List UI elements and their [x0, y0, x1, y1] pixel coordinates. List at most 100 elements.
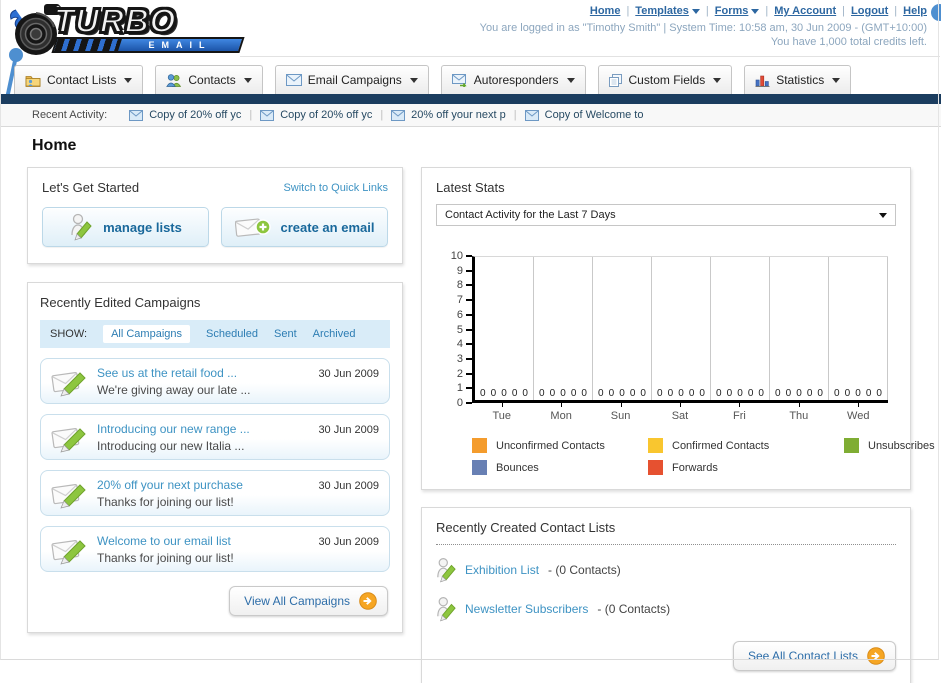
envelope-edit-icon [51, 428, 86, 453]
logo-text: TURBO EMAIL [51, 3, 245, 53]
chart-plot: 00000 00000 00000 00000 00000 00000 00000 [472, 256, 888, 403]
corner-dot-decoration [931, 4, 941, 21]
person-edit-icon [437, 597, 456, 622]
filter-archived[interactable]: Archived [313, 328, 356, 340]
nav-my-account-link[interactable]: My Account [774, 5, 836, 17]
nav-templates-link[interactable]: Templates [635, 5, 700, 17]
y-tick-label: 10 [451, 250, 472, 262]
chart-value-labels: 00000 [598, 388, 646, 399]
contact-list-count: - (0 Contacts) [548, 563, 621, 577]
turbo-email-app: TURBO EMAIL Home | Templates | Forms | M… [0, 0, 941, 683]
y-tick-label: 2 [457, 368, 472, 380]
folder-icon [25, 75, 41, 87]
tab-email-campaigns[interactable]: Email Campaigns [274, 65, 429, 94]
main-nav-tabs: Contact Lists Contacts Email Campaigns A… [0, 64, 941, 94]
campaign-text: See us at the retail food ... We're givi… [97, 366, 250, 397]
campaign-subtitle: Thanks for joining our list! [97, 550, 234, 565]
campaign-title-link[interactable]: Introducing our new range ... [97, 422, 250, 436]
chart-day-group: 00000 [652, 257, 711, 400]
recently-edited-campaigns-panel: Recently Edited Campaigns SHOW: All Camp… [27, 282, 403, 633]
campaigns-filter-bar: SHOW: All Campaigns Scheduled Sent Archi… [40, 320, 390, 348]
contact-list-link[interactable]: Exhibition List [465, 563, 539, 577]
recent-activity-item[interactable]: Copy of 20% off yc [260, 109, 372, 121]
custom-fields-icon [608, 73, 622, 87]
envelope-edit-icon [51, 540, 86, 565]
y-tick-label: 0 [457, 397, 472, 409]
x-tick-label: Fri [710, 403, 769, 422]
y-tick-label: 6 [457, 309, 472, 321]
tab-contacts[interactable]: Contacts [155, 65, 263, 94]
person-edit-icon [71, 213, 92, 241]
nav-separator: | [705, 5, 709, 17]
recent-activity-item[interactable]: 20% off your next p [391, 109, 506, 121]
right-column: Latest Stats Contact Activity for the La… [421, 167, 935, 683]
campaign-card: See us at the retail food ... We're givi… [40, 358, 390, 404]
stats-period-dropdown[interactable]: Contact Activity for the Last 7 Days [436, 204, 896, 226]
activity-separator: | [380, 109, 384, 121]
contact-list-item: Exhibition List - (0 Contacts) [436, 556, 896, 584]
activity-separator: | [513, 109, 517, 121]
filter-all-campaigns[interactable]: All Campaigns [103, 325, 190, 343]
chart-day-group: 00000 [829, 257, 888, 400]
legend-item: Unsubscribes [844, 438, 935, 453]
contact-list-count: - (0 Contacts) [597, 602, 671, 616]
legend-item: Confirmed Contacts [648, 438, 844, 453]
contact-list-link[interactable]: Newsletter Subscribers [465, 602, 588, 616]
legend-label: Unconfirmed Contacts [496, 439, 605, 452]
x-tick-label: Sun [591, 403, 650, 422]
chart-day-group: 00000 [711, 257, 770, 400]
tab-label: Contacts [188, 73, 236, 87]
chevron-down-icon [566, 77, 575, 83]
create-email-button[interactable]: create an email [221, 207, 388, 247]
chart-day-group: 00000 [770, 257, 829, 400]
envelope-plus-icon [234, 218, 271, 237]
tab-label: Email Campaigns [307, 73, 402, 87]
logo-subtitle: EMAIL [148, 40, 212, 50]
switch-quick-links-link[interactable]: Switch to Quick Links [283, 182, 388, 194]
contact-activity-chart: 10 9 8 7 6 5 4 3 2 1 0 000000000000000000000000000… [451, 250, 888, 422]
filter-sent[interactable]: Sent [274, 328, 297, 340]
tab-autoresponders[interactable]: Autoresponders [440, 65, 586, 94]
campaign-date: 30 Jun 2009 [318, 424, 379, 436]
arrow-circle-icon [359, 592, 377, 610]
chevron-down-icon [124, 77, 133, 83]
tab-custom-fields[interactable]: Custom Fields [597, 65, 733, 94]
envelope-icon [524, 109, 539, 121]
recent-activity-label: Recent Activity: [32, 109, 108, 121]
campaign-subtitle: Introducing our new Italia ... [97, 438, 245, 453]
legend-item: Bounces [472, 460, 648, 475]
filter-scheduled[interactable]: Scheduled [206, 328, 258, 340]
campaign-title-link[interactable]: Welcome to our email list [97, 534, 234, 548]
tab-statistics[interactable]: Statistics [744, 65, 852, 94]
legend-label: Confirmed Contacts [672, 439, 770, 452]
campaign-title-link[interactable]: See us at the retail food ... [97, 366, 250, 380]
legend-swatch [844, 438, 859, 453]
x-tick-label: Sat [650, 403, 709, 422]
tab-contact-lists[interactable]: Contact Lists [14, 65, 144, 94]
chart-value-labels: 00000 [775, 388, 823, 399]
tab-label: Contact Lists [47, 73, 117, 87]
x-tick-label: Wed [829, 403, 888, 422]
turbo-email-logo[interactable]: TURBO EMAIL [8, 2, 248, 60]
campaign-subtitle: We're giving away our late ... [97, 382, 251, 397]
show-label: SHOW: [50, 328, 88, 340]
manage-lists-button[interactable]: manage lists [42, 207, 209, 247]
recent-activity-item[interactable]: Copy of 20% off yc [129, 109, 241, 121]
view-all-campaigns-button[interactable]: View All Campaigns [229, 586, 388, 616]
recent-activity-item[interactable]: Copy of Welcome to [524, 109, 643, 121]
nav-help-link[interactable]: Help [903, 5, 927, 17]
activity-separator: | [249, 109, 253, 121]
speed-stripes [54, 39, 122, 51]
nav-home-link[interactable]: Home [590, 5, 621, 17]
see-all-contact-lists-button[interactable]: See All Contact Lists [732, 641, 896, 671]
nav-logout-link[interactable]: Logout [851, 5, 888, 17]
dotted-divider [436, 544, 896, 545]
legend-swatch [648, 438, 663, 453]
campaign-title-link[interactable]: 20% off your next purchase [97, 478, 243, 492]
legend-item: Unconfirmed Contacts [472, 438, 648, 453]
envelope-icon [260, 109, 275, 121]
nav-separator: | [765, 5, 769, 17]
legend-swatch [648, 460, 663, 475]
nav-forms-link[interactable]: Forms [715, 5, 760, 17]
latest-stats-panel: Latest Stats Contact Activity for the La… [421, 167, 935, 490]
